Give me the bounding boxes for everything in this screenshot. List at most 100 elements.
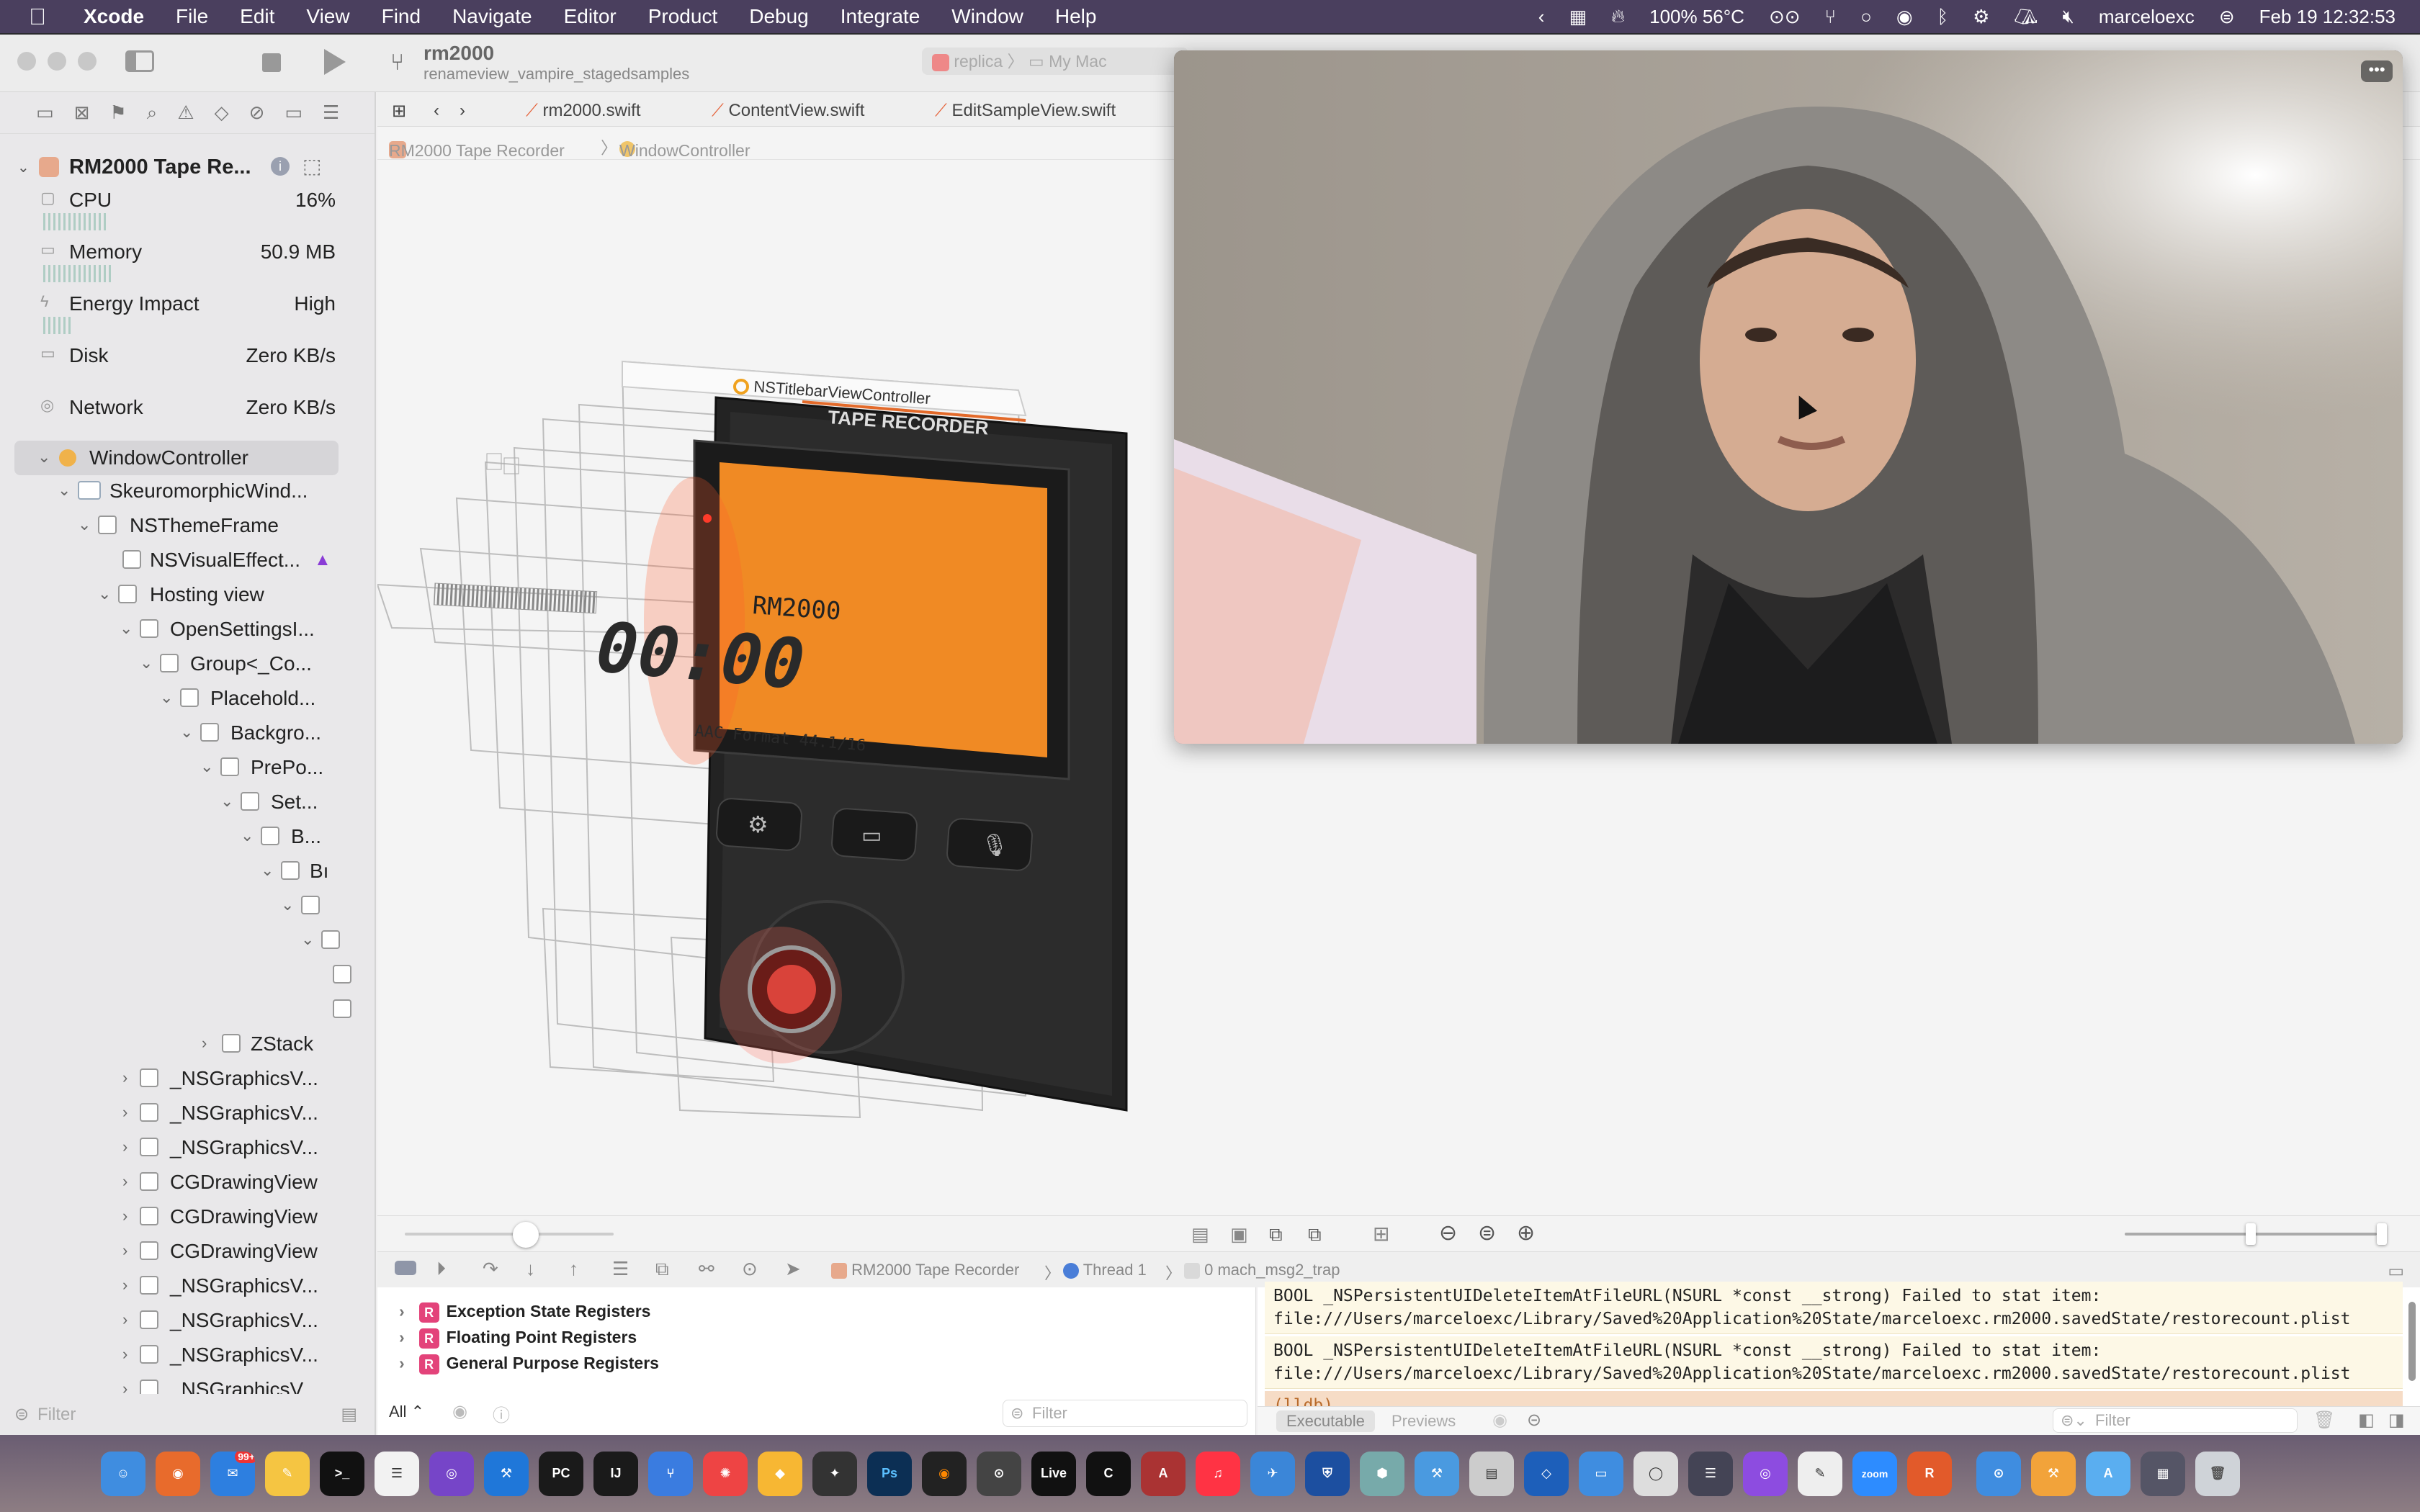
tree-row[interactable]: ⌄ OpenSettingsI... xyxy=(0,612,367,647)
tree-row[interactable]: › _NSGraphicsV... xyxy=(0,1061,367,1096)
bitwarden-icon[interactable]: ⛨ xyxy=(1305,1451,1350,1496)
tree-row[interactable]: ⌄ SkeuromorphicWind... xyxy=(0,474,367,508)
intellij-icon[interactable]: IJ xyxy=(593,1451,638,1496)
textedit-icon[interactable]: ✎ xyxy=(1798,1451,1842,1496)
podcast-app-icon[interactable]: ◎ xyxy=(1743,1451,1788,1496)
info-icon[interactable]: ⓘ xyxy=(493,1401,510,1426)
terminal-icon[interactable]: >_ xyxy=(320,1451,364,1496)
menu-product[interactable]: Product xyxy=(648,5,718,28)
folder-icon[interactable]: ▭ xyxy=(36,102,54,124)
tree-row[interactable]: › CGDrawingView xyxy=(0,1234,367,1269)
battery-status[interactable]: 100% 56°C xyxy=(1649,6,1744,28)
variables-filter-input[interactable]: ⊜ Filter xyxy=(1003,1400,1247,1427)
chevron-right-icon[interactable]: › xyxy=(122,1276,127,1295)
memory-graph-icon[interactable]: ⧉ xyxy=(655,1258,669,1281)
chevron-down-icon[interactable]: ⌄ xyxy=(140,654,153,672)
chevron-down-icon[interactable]: ⌄ xyxy=(120,619,133,638)
cursor-app-icon[interactable]: C xyxy=(1086,1451,1131,1496)
tab-rm2000[interactable]: ⟋ rm2000.swift xyxy=(526,101,641,121)
chevron-right-icon[interactable]: › xyxy=(122,1068,127,1087)
gear-icon[interactable]: ⚙ xyxy=(1973,6,1989,28)
package-icon[interactable]: ⬢ xyxy=(1360,1451,1404,1496)
range-slider-knob[interactable] xyxy=(2246,1223,2256,1245)
tree-row[interactable]: ⌄ B... xyxy=(0,819,367,854)
menu-integrate[interactable]: Integrate xyxy=(841,5,920,28)
zoom-in-icon[interactable]: ⊕ xyxy=(1517,1220,1535,1246)
rm2000-app-icon[interactable]: R xyxy=(1907,1451,1952,1496)
small-view-layer[interactable] xyxy=(486,453,502,470)
find-icon[interactable]: ⌕ xyxy=(147,102,158,125)
menu-window[interactable]: Window xyxy=(951,5,1023,28)
chevron-right-icon[interactable]: › xyxy=(122,1138,127,1156)
tools-icon[interactable]: ⚒ xyxy=(1415,1451,1459,1496)
tree-row[interactable]: › ZStack xyxy=(0,1027,367,1061)
tree-row[interactable]: › _NSGraphicsV... xyxy=(0,1096,367,1130)
hide-debug-icon[interactable] xyxy=(395,1261,416,1275)
tree-row-windowcontroller[interactable]: ⌄ WindowController xyxy=(14,441,339,475)
chevron-right-icon[interactable]: › xyxy=(122,1345,127,1364)
remote-desktop-icon[interactable]: ◇ xyxy=(1524,1451,1569,1496)
continue-icon[interactable]: ⏵ xyxy=(436,1258,446,1281)
zoom-out-icon[interactable]: ⊖ xyxy=(1439,1220,1457,1246)
stop-button[interactable] xyxy=(262,53,281,72)
tab-contentview[interactable]: ⟋ ContentView.swift xyxy=(712,101,864,121)
camera-preview-window[interactable]: ••• xyxy=(1174,50,2403,744)
tree-row[interactable]: ⌄ PrePo... xyxy=(0,750,367,785)
menu-edit[interactable]: Edit xyxy=(240,5,274,28)
scripts-icon[interactable]: A xyxy=(1141,1451,1186,1496)
more-options-button[interactable]: ••• xyxy=(2361,60,2393,82)
flame-icon[interactable]: 🔥︎ xyxy=(1611,5,1625,28)
forward-icon[interactable]: › xyxy=(460,101,465,121)
tree-row[interactable]: › _NSGraphicsV... xyxy=(0,1269,367,1303)
tree-row[interactable]: › _NSGraphicsV... xyxy=(0,1338,367,1372)
apple-menu-icon[interactable]:  xyxy=(29,4,46,30)
chevron-down-icon[interactable]: ⌄ xyxy=(37,448,50,467)
sketch-icon[interactable]: ◆ xyxy=(758,1451,802,1496)
tree-row[interactable]: ⌄ Hosting view xyxy=(0,577,367,612)
tree-row[interactable]: ⌄ Group<_Co... xyxy=(0,647,367,681)
chevron-down-icon[interactable]: ⌄ xyxy=(78,516,91,534)
project-row[interactable]: ⌄ RM2000 Tape Re... i ⬚ xyxy=(0,148,367,184)
circle-icon[interactable]: ○ xyxy=(1860,6,1872,28)
range-slider-knob[interactable] xyxy=(2377,1223,2387,1245)
toggle-icon[interactable]: ⊝ xyxy=(1527,1410,1541,1431)
split-left-icon[interactable]: ◧ xyxy=(2358,1410,2375,1431)
chevron-down-icon[interactable]: ⌄ xyxy=(98,585,111,603)
notes-icon[interactable]: ☰ xyxy=(375,1451,419,1496)
layout-icon[interactable]: ⧉ xyxy=(1308,1223,1322,1246)
debug-jump-thread[interactable]: Thread 1 xyxy=(1063,1261,1147,1279)
variables-scope-popup[interactable]: All ⌃ xyxy=(389,1403,424,1421)
location-icon[interactable]: ➤ xyxy=(785,1258,801,1280)
chevron-right-icon[interactable]: › xyxy=(399,1328,405,1346)
mute-icon[interactable]: 🔇︎ xyxy=(2062,5,2074,28)
finder-icon[interactable]: ☺ xyxy=(101,1451,145,1496)
slider-layer[interactable] xyxy=(433,582,598,614)
layers-icon[interactable]: ☰ xyxy=(1688,1451,1733,1496)
chevron-down-icon[interactable]: ⌄ xyxy=(301,930,314,949)
archive-icon[interactable]: ▤ xyxy=(1469,1451,1514,1496)
filter-options-icon[interactable]: ▤ xyxy=(341,1400,357,1429)
pencil-icon[interactable]: ✎ xyxy=(265,1451,310,1496)
back-icon[interactable]: ‹ xyxy=(434,101,439,121)
activity-icon[interactable]: ⊙ xyxy=(977,1451,1021,1496)
test-icon[interactable]: ◇ xyxy=(215,102,229,124)
chevron-right-icon[interactable]: › xyxy=(122,1103,127,1122)
recent-items-icon[interactable]: ▦ xyxy=(2141,1451,2185,1496)
tools-folder-icon[interactable]: ⚒ xyxy=(2031,1451,2076,1496)
podcast-icon[interactable]: ◎ xyxy=(429,1451,474,1496)
view-debugger-icon[interactable]: ☰ xyxy=(612,1258,629,1280)
tree-row[interactable] xyxy=(0,992,367,1027)
menu-find[interactable]: Find xyxy=(382,5,421,28)
menu-view[interactable]: View xyxy=(306,5,349,28)
tent-icon[interactable]: ⛺︎ xyxy=(2014,6,2038,28)
pycharm-icon[interactable]: PC xyxy=(539,1451,583,1496)
tree-row[interactable]: › CGDrawingView xyxy=(0,1165,367,1200)
chevron-left-icon[interactable]: ‹ xyxy=(1538,6,1545,28)
menu-file[interactable]: File xyxy=(176,5,208,28)
trash-icon[interactable]: 🗑︎ xyxy=(2195,1451,2240,1496)
exploded-view-hierarchy[interactable]: NSTitlebarViewController TAPE RECORDER R… xyxy=(377,160,1314,1158)
blender-app-icon[interactable]: ◉ xyxy=(922,1451,967,1496)
record-icon[interactable]: ◉ xyxy=(1896,6,1913,28)
spacing-slider-knob[interactable] xyxy=(513,1222,539,1248)
zoom-actual-icon[interactable]: ⊜ xyxy=(1478,1220,1496,1246)
